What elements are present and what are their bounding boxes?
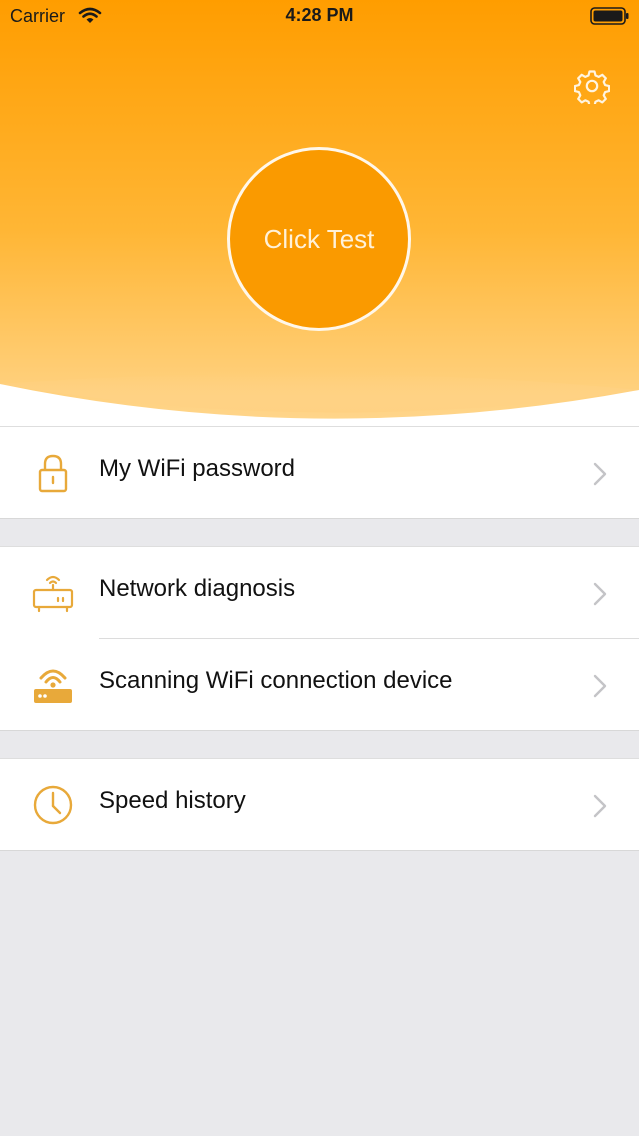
settings-button[interactable] <box>573 68 611 107</box>
menu-item-wifi-password[interactable]: My WiFi password <box>0 427 639 519</box>
home-screen: Carrier 4:28 PM Click Test My WiFi passw… <box>0 0 639 1136</box>
menu-group-network: Network diagnosis Scanning WiFi connecti… <box>0 546 639 731</box>
clock-icon <box>33 785 73 825</box>
menu-group-password: My WiFi password <box>0 426 639 519</box>
router-icon <box>32 575 74 613</box>
chevron-right-icon <box>593 462 607 486</box>
click-test-label: Click Test <box>263 223 375 254</box>
menu-group-history: Speed history <box>0 758 639 851</box>
status-bar: Carrier 4:28 PM <box>0 0 639 34</box>
chevron-right-icon <box>593 582 607 606</box>
lock-icon <box>38 454 68 493</box>
clock-time: 4:28 PM <box>285 5 354 25</box>
menu-item-scanning-devices[interactable]: Scanning WiFi connection device <box>0 639 639 731</box>
gear-icon <box>573 70 611 107</box>
header: Carrier 4:28 PM Click Test <box>0 0 639 430</box>
chevron-right-icon <box>593 674 607 698</box>
menu-item-label: Network diagnosis <box>99 575 296 602</box>
menu-item-label: My WiFi password <box>99 455 296 482</box>
battery-icon <box>590 7 629 25</box>
menu-item-label: Scanning WiFi connection device <box>99 667 453 694</box>
router-signal-icon <box>34 669 72 703</box>
menu-item-network-diagnosis[interactable]: Network diagnosis <box>0 547 639 639</box>
menu-item-label: Speed history <box>99 787 246 814</box>
click-test-button[interactable]: Click Test <box>227 147 411 331</box>
menu-item-speed-history[interactable]: Speed history <box>0 759 639 851</box>
chevron-right-icon <box>593 794 607 818</box>
